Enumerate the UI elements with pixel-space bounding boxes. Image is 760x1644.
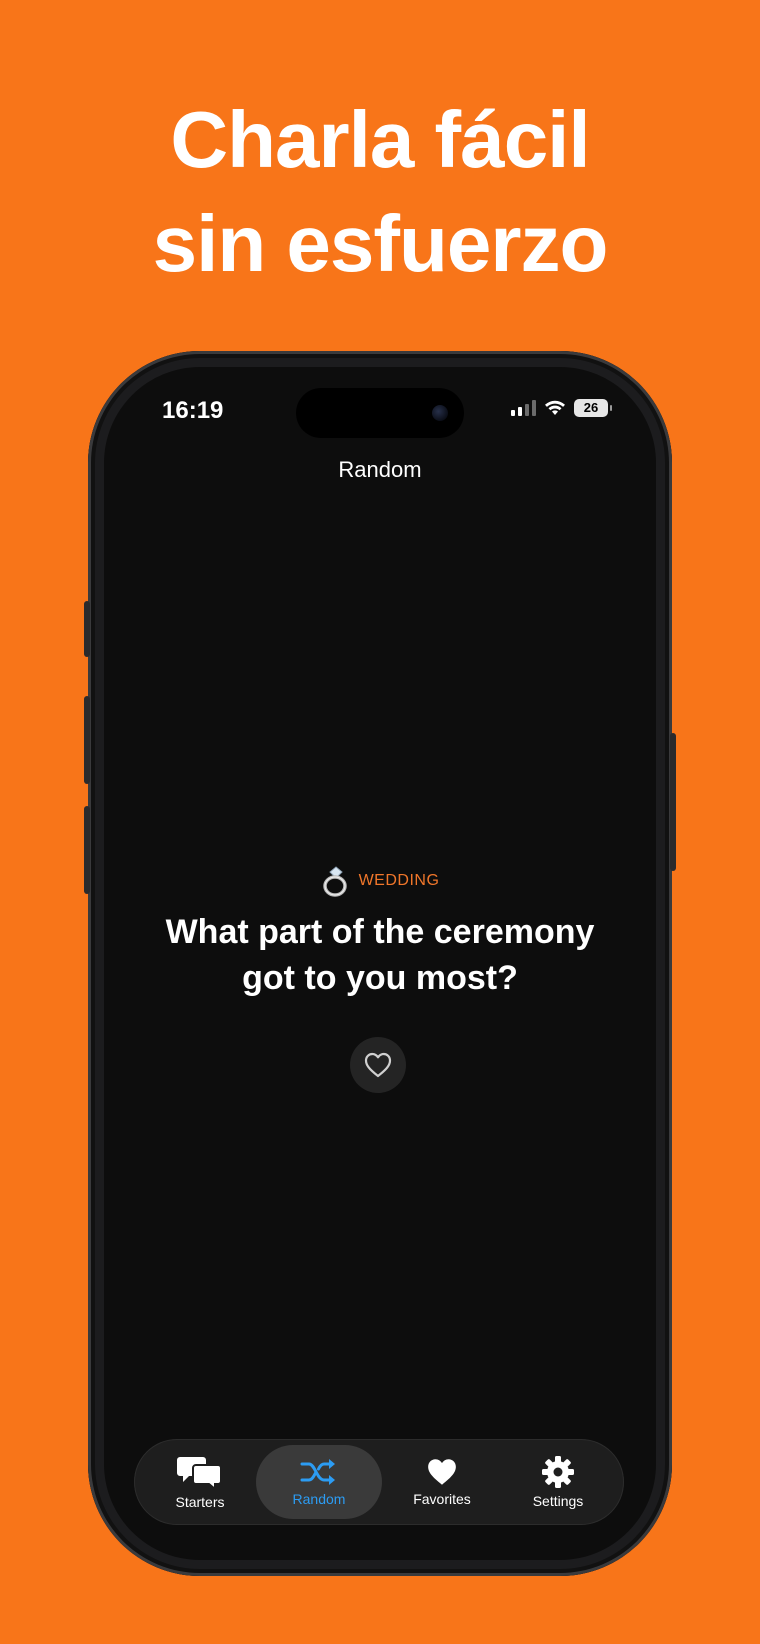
- dynamic-island: [296, 388, 464, 438]
- tab-bar: Starters Random Favorites Settings: [134, 1439, 624, 1525]
- category-label: WEDDING: [358, 872, 440, 889]
- battery-indicator: 26: [574, 399, 612, 417]
- power-button: [670, 733, 676, 871]
- tab-label: Random: [292, 1491, 346, 1507]
- volume-up-button: [84, 696, 90, 784]
- headline-line-2: sin esfuerzo: [152, 199, 609, 288]
- tab-settings[interactable]: Settings: [498, 1445, 618, 1519]
- question-card: WEDDING What part of the ceremony got to…: [104, 863, 656, 1001]
- heart-outline-icon: [364, 1052, 392, 1078]
- category-tag: WEDDING: [104, 863, 656, 899]
- tab-label: Settings: [532, 1493, 584, 1509]
- favorite-button[interactable]: [350, 1037, 406, 1093]
- question-text: What part of the ceremony got to you mos…: [165, 913, 595, 997]
- status-time: 16:19: [162, 397, 224, 424]
- tab-random[interactable]: Random: [256, 1445, 382, 1519]
- gear-icon: [542, 1456, 574, 1488]
- status-indicators: 26: [511, 399, 612, 417]
- action-button: [84, 601, 90, 657]
- chat-bubbles-icon: [177, 1457, 222, 1490]
- wifi-icon: [545, 400, 565, 415]
- shuffle-icon: [300, 1459, 335, 1485]
- tab-starters[interactable]: Starters: [140, 1445, 260, 1519]
- phone-frame: 16:19 26 Random WEDDING What part of the…: [84, 351, 676, 1576]
- phone-screen: 16:19 26 Random WEDDING What part of the…: [104, 367, 656, 1560]
- volume-down-button: [84, 806, 90, 894]
- heart-icon: [428, 1459, 456, 1485]
- headline-line-1: Charla fácil: [170, 95, 590, 184]
- cellular-signal-icon: [511, 400, 536, 416]
- tab-label: Favorites: [413, 1491, 471, 1507]
- headline: Charla fácil sin esfuerzo: [0, 88, 760, 296]
- app-store-screenshot: Charla fácil sin esfuerzo 16:19 26 Rando…: [0, 0, 760, 1644]
- page-title: Random: [338, 457, 422, 482]
- tab-label: Starters: [175, 1494, 225, 1510]
- camera-icon: [432, 405, 448, 421]
- ring-icon: [322, 866, 347, 897]
- tab-favorites[interactable]: Favorites: [382, 1445, 502, 1519]
